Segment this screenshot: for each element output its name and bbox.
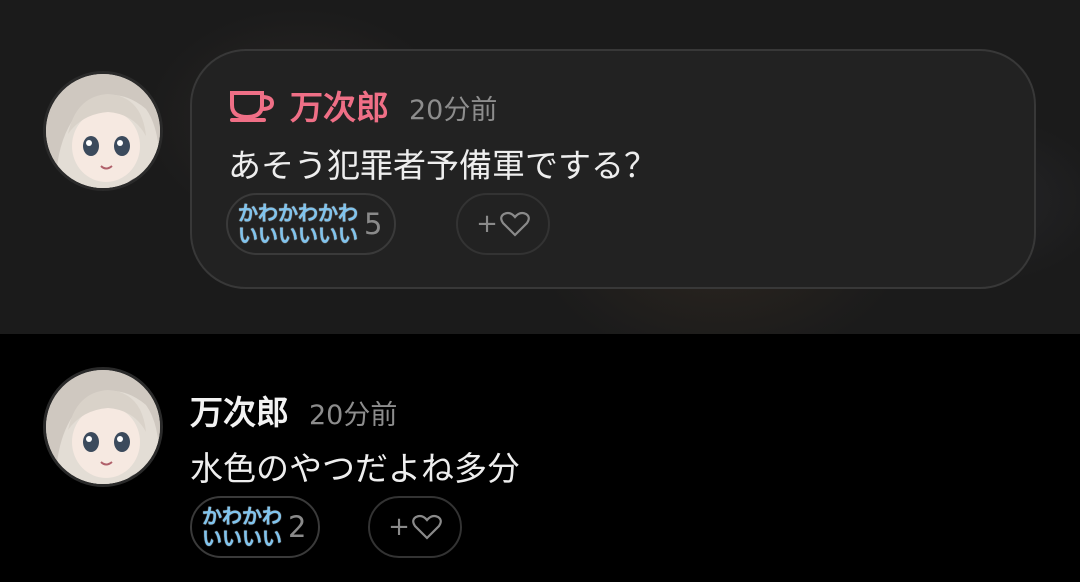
reaction-emoji-line1: かわかわかわ bbox=[238, 201, 358, 225]
author-name[interactable]: 万次郎 bbox=[290, 81, 389, 129]
add-reaction-button[interactable]: + bbox=[368, 496, 462, 558]
reaction-emoji-line2: いいいいいい bbox=[238, 223, 358, 247]
reaction-emoji: かわかわかわ いいいいいい bbox=[238, 202, 358, 246]
post-header: 万次郎 20分前 bbox=[228, 81, 497, 129]
reaction-emoji: かわかわ いいいい bbox=[202, 505, 282, 549]
add-reaction-plus: + bbox=[388, 512, 410, 542]
post-time[interactable]: 20分前 bbox=[409, 88, 497, 127]
heart-outline-icon bbox=[412, 514, 442, 540]
post-text: あそう犯罪者予備軍でする？ bbox=[228, 146, 657, 185]
reaction-count: 5 bbox=[364, 207, 383, 241]
avatar[interactable] bbox=[43, 71, 163, 191]
reaction-chip[interactable]: かわかわ いいいい 2 bbox=[190, 496, 321, 558]
post-text: 水色のやつだよね多分 bbox=[190, 449, 520, 488]
post-header: 万次郎 20分前 bbox=[190, 386, 397, 434]
add-reaction-button[interactable]: + bbox=[456, 193, 550, 255]
reaction-chip[interactable]: かわかわかわ いいいいいい 5 bbox=[226, 193, 397, 255]
avatar[interactable] bbox=[43, 367, 163, 487]
add-reaction-plus: + bbox=[476, 209, 498, 239]
post-time[interactable]: 20分前 bbox=[309, 393, 397, 432]
highlighted-post-card[interactable]: 万次郎 20分前 あそう犯罪者予備軍でする？ かわかわかわ いいいいいい 5 + bbox=[190, 49, 1036, 289]
reaction-count: 2 bbox=[288, 510, 307, 544]
coffee-cup-icon bbox=[228, 87, 276, 123]
reaction-emoji-line2: いいいい bbox=[202, 526, 282, 550]
reaction-emoji-line1: かわかわ bbox=[202, 504, 282, 528]
timeline: 万次郎 20分前 あそう犯罪者予備軍でする？ かわかわかわ いいいいいい 5 + bbox=[0, 0, 1080, 582]
author-name[interactable]: 万次郎 bbox=[190, 386, 289, 434]
heart-outline-icon bbox=[500, 211, 530, 237]
